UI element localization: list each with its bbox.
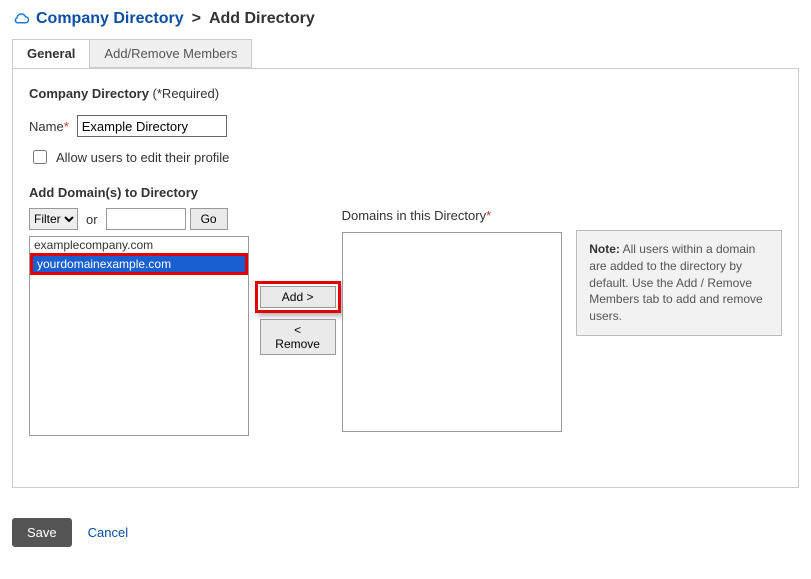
breadcrumb-root-link[interactable]: Company Directory [36,10,184,28]
add-domains-title: Add Domain(s) to Directory [29,185,782,200]
footer-actions: Save Cancel [12,518,799,547]
filter-or-text: or [86,212,98,227]
tab-panel-general: Company Directory (*Required) Name* Allo… [12,68,799,488]
tab-general[interactable]: General [12,39,90,68]
filter-row: Filter or Go [29,208,254,230]
name-input[interactable] [77,115,227,137]
add-button[interactable]: Add > [260,286,336,308]
add-button-highlight: Add > [255,281,341,313]
name-row: Name* [29,115,782,137]
filter-input[interactable] [106,208,186,230]
list-item[interactable]: examplecompany.com [30,237,248,253]
breadcrumb-separator: > [192,10,201,28]
tab-bar: General Add/Remove Members [12,39,799,69]
available-domains-listbox[interactable]: examplecompany.comyourdomainexample.com [29,236,249,436]
remove-button[interactable]: < Remove [260,319,336,355]
section-required-suffix: (*Required) [153,86,219,101]
breadcrumb-current: Add Directory [209,10,315,28]
note-heading: Note: [589,242,620,256]
breadcrumb: Company Directory > Add Directory [12,10,799,28]
cloud-icon [12,12,30,26]
save-button[interactable]: Save [12,518,72,547]
name-label: Name* [29,119,69,134]
section-title-text: Company Directory [29,86,149,101]
selected-domains-listbox[interactable] [342,232,562,432]
allow-edit-checkbox[interactable] [33,150,47,164]
tab-members[interactable]: Add/Remove Members [89,39,252,68]
filter-go-button[interactable]: Go [190,208,228,230]
allow-edit-row: Allow users to edit their profile [29,147,782,167]
section-title: Company Directory (*Required) [29,86,782,101]
filter-select[interactable]: Filter [29,208,78,230]
transfer-buttons: Add > < Remove [254,208,342,408]
note-box: Note: All users within a domain are adde… [576,230,782,336]
selected-domains-label: Domains in this Directory* [342,208,567,226]
allow-edit-label: Allow users to edit their profile [56,150,229,165]
cancel-link[interactable]: Cancel [88,525,128,540]
list-item[interactable]: yourdomainexample.com [30,253,248,275]
